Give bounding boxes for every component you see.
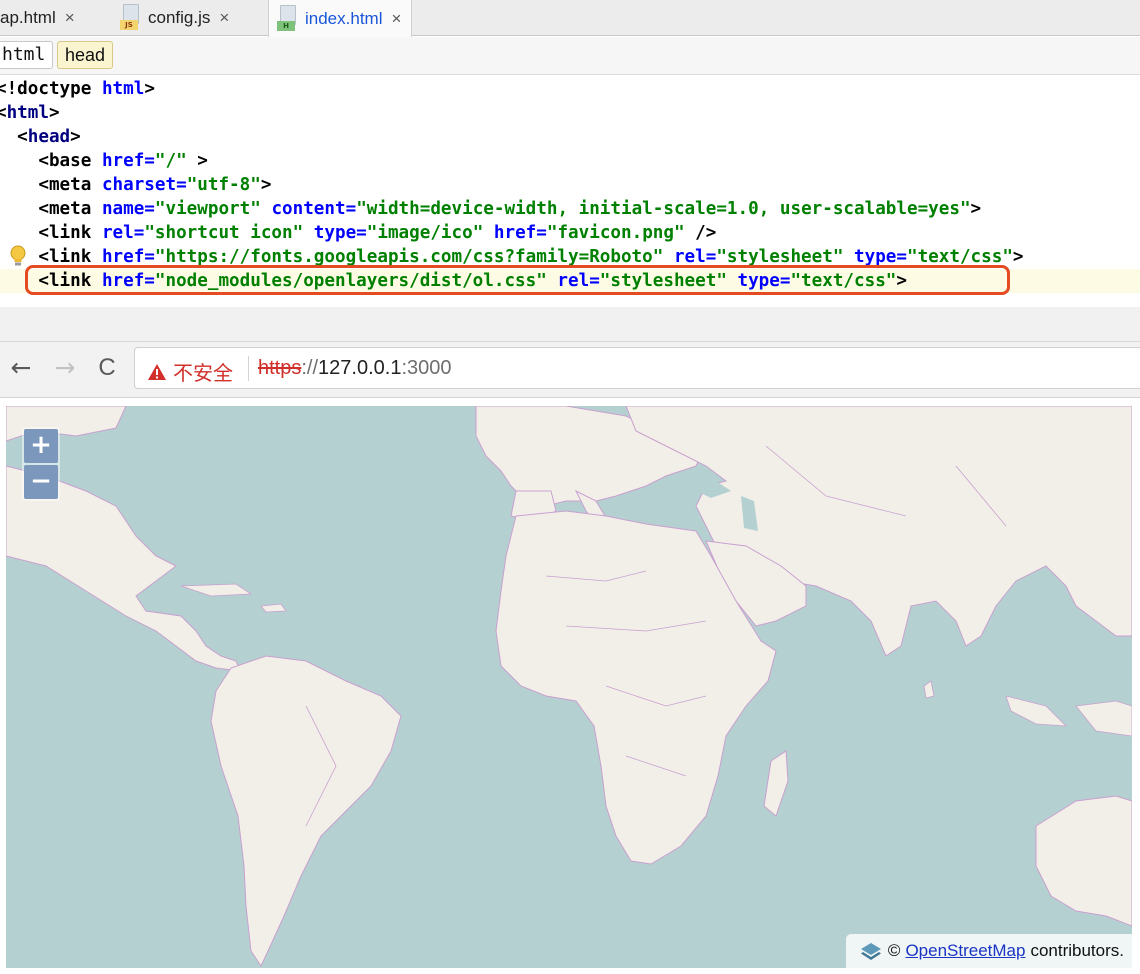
tab-index-html[interactable]: H index.html × — [268, 0, 413, 37]
warning-icon — [148, 363, 166, 380]
breadcrumb-html[interactable]: html — [0, 41, 54, 69]
copyright-symbol: © — [887, 941, 901, 960]
close-icon[interactable]: × — [391, 9, 401, 29]
editor-tab-bar: ap.html × JS config.js × H index.html × — [0, 0, 1140, 37]
tab-label: ap.html — [0, 8, 56, 27]
code-editor[interactable]: <!doctype html> <html> <head> <base href… — [0, 75, 1140, 307]
reload-icon[interactable]: C — [92, 352, 122, 384]
address-bar[interactable]: 不安全 https://127.0.0.1:3000 — [134, 347, 1140, 389]
zoom-out-button[interactable]: − — [24, 465, 58, 499]
html-file-icon: H — [277, 4, 299, 33]
attribution-text: contributors. — [1030, 941, 1124, 960]
security-label: 不安全 — [173, 363, 233, 385]
url-port: :3000 — [401, 357, 452, 379]
tab-label: config.js — [148, 8, 211, 27]
close-icon[interactable]: × — [219, 8, 229, 28]
close-icon[interactable]: × — [65, 8, 75, 28]
back-arrow-icon[interactable]: ← — [6, 352, 36, 384]
code-line: <meta name="viewport" content="width=dev… — [0, 199, 982, 219]
zoom-in-button[interactable]: + — [24, 429, 58, 463]
security-indicator[interactable]: 不安全 — [147, 357, 233, 386]
code-line: <meta charset="utf-8"> — [0, 175, 272, 195]
breadcrumb: html head — [0, 37, 1140, 75]
tab-map-html[interactable]: ap.html × — [0, 0, 75, 36]
url-host: 127.0.0.1 — [318, 357, 402, 379]
browser-toolbar: ← → C 不安全 https://127.0.0.1:3000 — [0, 342, 1140, 398]
tab-label: index.html — [305, 8, 383, 28]
map-attribution: © OpenStreetMap contributors. — [845, 934, 1132, 968]
lightbulb-icon[interactable] — [9, 245, 27, 269]
divider — [248, 356, 249, 381]
forward-arrow-icon[interactable]: → — [50, 352, 80, 384]
code-line: <html> — [0, 103, 60, 123]
code-line: <!doctype html> — [0, 79, 155, 99]
layers-icon[interactable] — [860, 941, 882, 961]
map-viewport[interactable]: + − © OpenStreetMap contributors. — [6, 406, 1132, 968]
editor-bottom-strip — [0, 307, 1140, 342]
breadcrumb-head[interactable]: head — [57, 41, 114, 69]
code-line: <link rel="shortcut icon" type="image/ic… — [0, 223, 717, 243]
code-line: <base href="/" > — [0, 151, 208, 171]
url-separator: :// — [301, 357, 319, 379]
highlight-annotation-box — [25, 265, 1010, 295]
world-map — [6, 406, 1132, 968]
code-line: <head> — [17, 127, 81, 147]
openstreetmap-link[interactable]: OpenStreetMap — [905, 941, 1025, 961]
tab-config-js[interactable]: JS config.js × — [120, 0, 229, 36]
url-text[interactable]: https://127.0.0.1:3000 — [258, 357, 452, 380]
zoom-control: + − — [22, 427, 60, 501]
js-file-icon: JS — [120, 4, 142, 32]
url-scheme: https — [258, 357, 302, 379]
